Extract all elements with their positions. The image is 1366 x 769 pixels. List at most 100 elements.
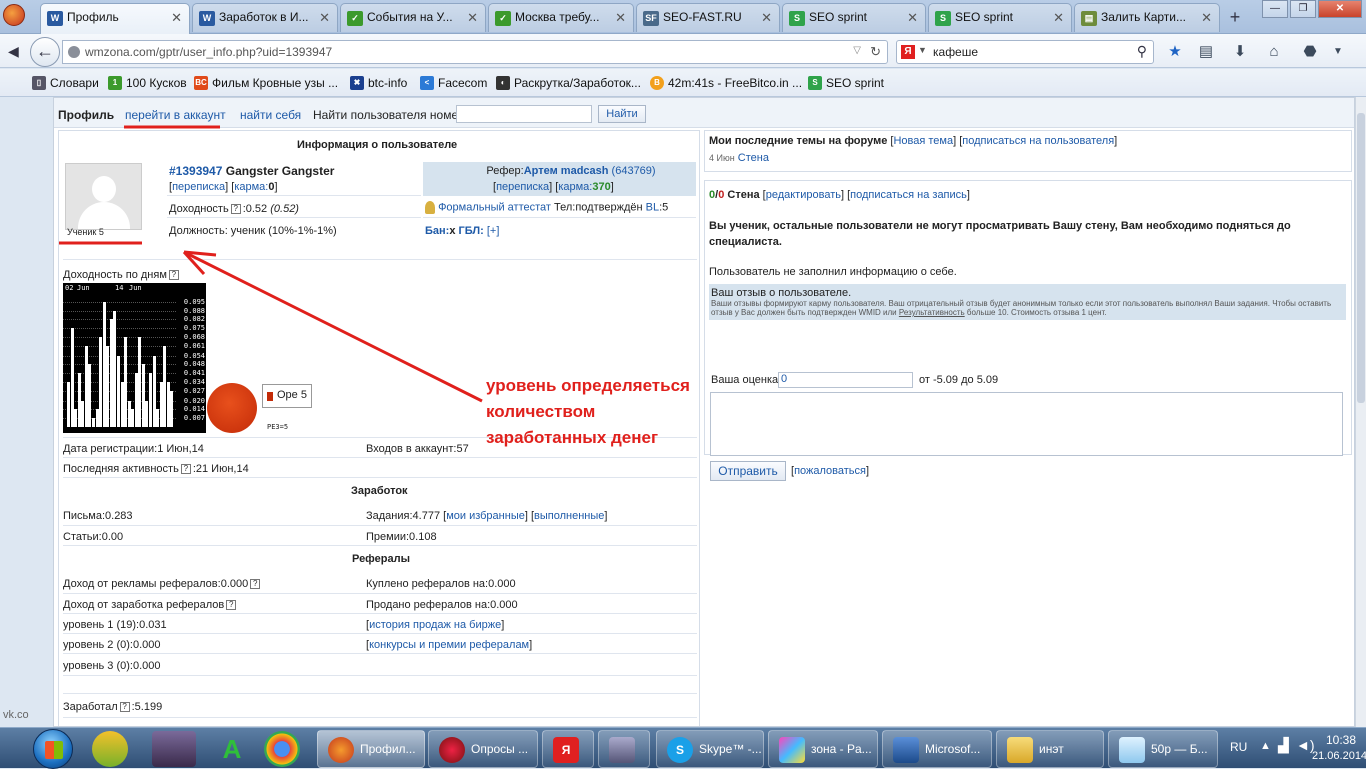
bookmark-100-pieces[interactable]: 1 100 Кусков xyxy=(108,76,187,90)
chevron-down-icon[interactable]: ▼ xyxy=(918,45,927,55)
skype-icon: S xyxy=(667,737,693,763)
dictionary-icon: ▯ xyxy=(32,76,46,90)
tab-seofast[interactable]: SF SEO-FAST.RU ✕ xyxy=(636,3,780,32)
facecom-icon: < xyxy=(420,76,434,90)
magnifier-icon[interactable]: ⚲ xyxy=(1137,43,1147,60)
opera-like-icon xyxy=(439,737,465,763)
back-arrow-icon[interactable]: ← xyxy=(30,37,60,67)
sound-icon xyxy=(609,737,635,763)
clock-date[interactable]: 21.06.2014 xyxy=(1312,750,1366,762)
bookmark-dictionaries[interactable]: ▯ Словари xyxy=(32,76,99,90)
close-icon[interactable]: ✕ xyxy=(467,10,478,26)
signal-icon[interactable]: ▟ xyxy=(1278,737,1289,754)
taskbar-app-paint[interactable]: зона - Pa... xyxy=(768,730,878,768)
bitcoin-icon: B xyxy=(650,76,664,90)
new-tab-plus-icon[interactable]: + xyxy=(1224,6,1246,28)
tab-earnings[interactable]: W Заработок в И... ✕ xyxy=(192,3,338,32)
download-icon[interactable]: ⬇ xyxy=(1230,42,1250,62)
bookmark-film[interactable]: BC Фильм Кровные узы ... xyxy=(194,76,338,90)
yandex-icon: Я xyxy=(553,737,579,763)
letter-a-app-icon[interactable]: A xyxy=(210,731,254,767)
seosprint-icon: S xyxy=(808,76,822,90)
tab-moscow[interactable]: ✓ Москва требу... ✕ xyxy=(488,3,634,32)
chevron-down-icon[interactable]: ▽ xyxy=(853,45,861,56)
notepad-icon xyxy=(1119,737,1145,763)
window-controls: — ❐ ✕ xyxy=(1262,0,1362,18)
close-icon[interactable]: ✕ xyxy=(319,10,330,26)
url-bar[interactable]: wmzona.com/gptr/user_info.php?uid=139394… xyxy=(62,40,888,64)
yandex-icon: Я xyxy=(901,45,915,59)
close-icon[interactable]: ✕ xyxy=(761,10,772,26)
pacman-icon: ◐ xyxy=(496,76,510,90)
system-tray: RU ▲ ▟ ◄) 10:38 21.06.2014 xyxy=(1216,728,1366,769)
clock-time[interactable]: 10:38 xyxy=(1316,733,1366,747)
start-button[interactable] xyxy=(33,729,73,769)
firefox-icon xyxy=(328,737,354,763)
annotation-arrow xyxy=(183,250,483,403)
firefox-logo-icon xyxy=(3,4,25,26)
minimize-icon[interactable]: — xyxy=(1262,0,1288,18)
bookmark-facecom[interactable]: < Facecom xyxy=(420,76,487,90)
maximize-icon[interactable]: ❐ xyxy=(1290,0,1316,18)
firefox-menu-button[interactable] xyxy=(0,0,30,32)
seofast-icon: SF xyxy=(643,11,659,26)
close-icon[interactable]: ✕ xyxy=(1053,10,1064,26)
bookmark-freebitcoin[interactable]: B 42m:41s - FreeBitco.in ... xyxy=(650,76,802,90)
close-icon[interactable]: ✕ xyxy=(907,10,918,26)
green-bookmark-icon: ✓ xyxy=(495,11,511,26)
home-icon[interactable]: ⌂ xyxy=(1264,42,1284,62)
folder-icon xyxy=(1007,737,1033,763)
tab-upload-image[interactable]: ▤ Залить Карти... ✕ xyxy=(1074,3,1220,32)
annotation-text: уровень определяеться количеством зарабо… xyxy=(486,376,690,447)
reload-icon[interactable]: ↻ xyxy=(870,44,881,60)
taskbar-app-notepad[interactable]: 50р — Б... xyxy=(1108,730,1218,768)
tab-seosprint-1[interactable]: S SEO sprint ✕ xyxy=(782,3,926,32)
annotation-arrow-head xyxy=(182,250,206,276)
navigation-toolbar: ◀ ← wmzona.com/gptr/user_info.php?uid=13… xyxy=(0,34,1366,68)
app-icon[interactable] xyxy=(92,731,128,767)
status-url-hint: vk.co xyxy=(3,709,29,721)
green-bookmark-icon: 1 xyxy=(108,76,122,90)
tab-events[interactable]: ✓ События на У... ✕ xyxy=(340,3,486,32)
taskbar-app-surveys[interactable]: Опросы ... xyxy=(428,730,538,768)
bookmark-seosprint[interactable]: S SEO sprint xyxy=(808,76,884,90)
star-icon[interactable]: ★ xyxy=(1165,42,1185,62)
paint-icon xyxy=(779,737,805,763)
wmzona-icon: W xyxy=(47,11,63,26)
tab-bar: W Профиль ✕ W Заработок в И... ✕ ✓ События на… xyxy=(0,0,1366,34)
globe-icon xyxy=(68,46,80,58)
scrollbar-thumb[interactable] xyxy=(1357,113,1365,403)
close-icon[interactable]: ✕ xyxy=(1201,10,1212,26)
taskbar-app-microsoft[interactable]: Microsof... xyxy=(882,730,992,768)
seosprint-icon: S xyxy=(935,11,951,26)
tab-seosprint-2[interactable]: S SEO sprint ✕ xyxy=(928,3,1072,32)
taskbar-app-skype[interactable]: S Skype™ -... xyxy=(656,730,764,768)
image-icon: ▤ xyxy=(1081,11,1097,26)
taskbar-app-firefox[interactable]: Профил... xyxy=(317,730,425,768)
close-icon[interactable]: ✕ xyxy=(171,10,182,26)
bookmark-promotion[interactable]: ◐ Раскрутка/Заработок... xyxy=(496,76,641,90)
window-close-icon[interactable]: ✕ xyxy=(1318,0,1362,18)
extension-icon[interactable]: ⬣ xyxy=(1300,42,1320,62)
green-bookmark-icon: ✓ xyxy=(347,11,363,26)
windows-logo-icon xyxy=(45,741,63,759)
bc-icon: BC xyxy=(194,76,208,90)
chevron-down-icon[interactable]: ▼ xyxy=(1328,42,1348,62)
taskbar-app-folder[interactable]: инэт xyxy=(996,730,1104,768)
search-input[interactable]: Я ▼ кафеше ⚲ xyxy=(896,40,1154,64)
history-arrow-icon[interactable]: ◀ xyxy=(8,43,19,60)
chrome-icon[interactable] xyxy=(264,731,300,767)
tab-profile[interactable]: W Профиль ✕ xyxy=(40,3,190,34)
taskbar-app-yandex[interactable]: Я xyxy=(542,730,594,768)
bookmarks-list-icon[interactable]: ▤ xyxy=(1196,42,1216,62)
network-icon xyxy=(893,737,919,763)
language-indicator[interactable]: RU xyxy=(1230,740,1247,754)
bookmark-btc-info[interactable]: ✖ btc-info xyxy=(350,76,407,90)
close-icon[interactable]: ✕ xyxy=(615,10,626,26)
btc-icon: ✖ xyxy=(350,76,364,90)
page-content: Профиль перейти в аккаунт найти себя Най… xyxy=(53,97,1355,727)
taskbar-app-sound[interactable] xyxy=(598,730,650,768)
game-icon[interactable] xyxy=(152,731,196,767)
page-scrollbar[interactable] xyxy=(1355,97,1366,727)
chevron-up-icon[interactable]: ▲ xyxy=(1260,740,1271,752)
